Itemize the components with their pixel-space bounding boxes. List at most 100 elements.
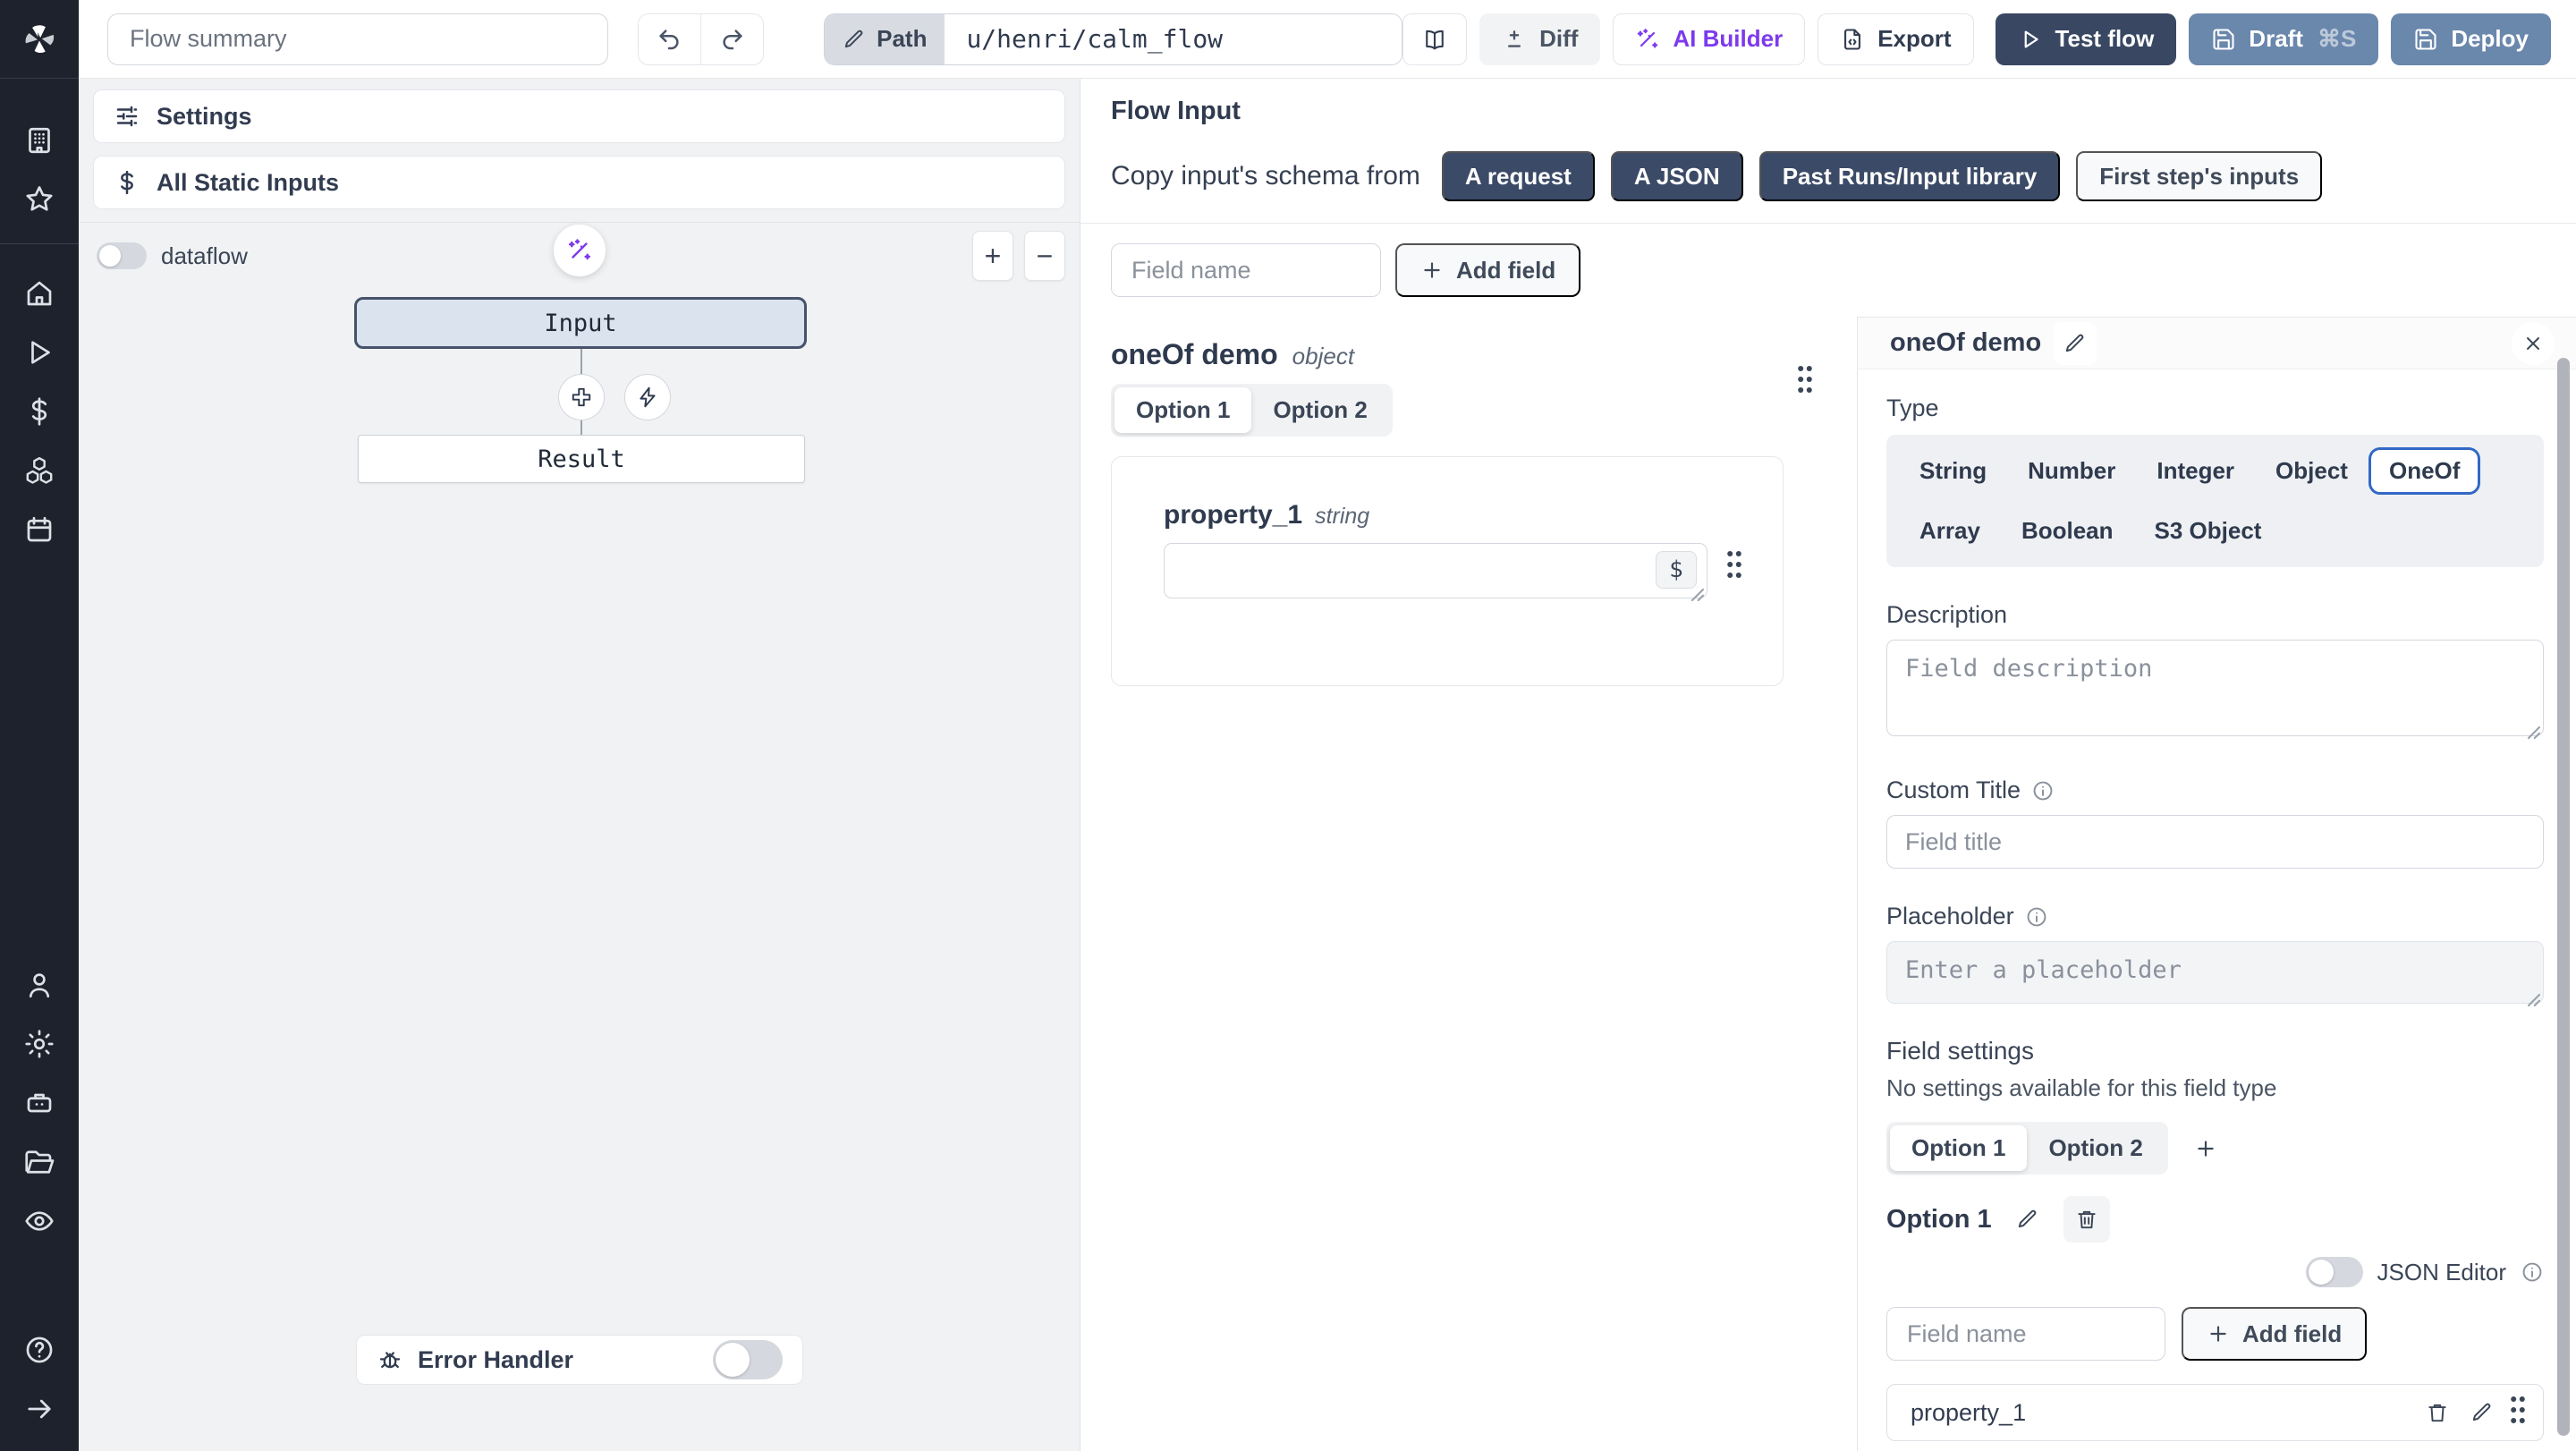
tab-option-1[interactable]: Option 1 xyxy=(1114,387,1251,433)
detail-panel-body: Type String Number Integer Object OneOf … xyxy=(1858,369,2576,1451)
dollar-icon xyxy=(114,169,140,196)
insert-variable-button[interactable]: $ xyxy=(1656,551,1697,589)
placeholder-input[interactable] xyxy=(1886,941,2544,1004)
property-row-name: property_1 xyxy=(1911,1399,2026,1427)
topbar: Path Diff AI Builder Export Test flow Dr… xyxy=(79,0,2576,79)
type-option-oneof[interactable]: OneOf xyxy=(2368,447,2480,495)
resize-handle-icon[interactable] xyxy=(2526,725,2542,741)
draft-button[interactable]: Draft ⌘S xyxy=(2189,13,2378,65)
play-icon xyxy=(23,336,55,369)
windmill-logo[interactable] xyxy=(0,0,79,79)
info-icon[interactable] xyxy=(2521,1260,2544,1284)
sidebar-item-help[interactable] xyxy=(0,1320,79,1379)
type-option-string[interactable]: String xyxy=(1899,447,2007,495)
json-editor-label: JSON Editor xyxy=(2377,1259,2507,1286)
flow-settings-button[interactable]: Settings xyxy=(93,89,1065,143)
add-step-button[interactable] xyxy=(558,374,605,420)
edit-property-button[interactable] xyxy=(2464,1395,2500,1430)
close-panel-button[interactable] xyxy=(2512,322,2555,365)
wand-sparkles-icon xyxy=(566,237,593,264)
trash-icon xyxy=(2426,1401,2449,1424)
info-icon[interactable] xyxy=(2025,905,2048,929)
panel-tab-option-2[interactable]: Option 2 xyxy=(2027,1125,2164,1171)
delete-property-button[interactable] xyxy=(2419,1395,2455,1430)
panel-scrollbar[interactable] xyxy=(2557,358,2570,1436)
rename-field-button[interactable] xyxy=(2054,322,2097,365)
export-button[interactable]: Export xyxy=(1818,13,1973,65)
sidebar-item-folders[interactable] xyxy=(0,1133,79,1192)
copy-schema-json-button[interactable]: A JSON xyxy=(1611,151,1743,201)
resize-handle-icon[interactable] xyxy=(2526,992,2542,1008)
property-row[interactable]: property_1 xyxy=(1886,1384,2544,1441)
description-input[interactable] xyxy=(1886,640,2544,736)
diff-button[interactable]: Diff xyxy=(1479,13,1600,65)
type-option-integer[interactable]: Integer xyxy=(2136,447,2255,495)
redo-button[interactable] xyxy=(700,14,763,64)
info-icon[interactable] xyxy=(2031,779,2055,802)
resize-handle-icon[interactable] xyxy=(1690,587,1706,603)
graph-node-result[interactable]: Result xyxy=(358,435,805,483)
path-label-chip[interactable]: Path xyxy=(825,14,945,64)
property-value-input[interactable] xyxy=(1164,543,1707,598)
type-option-array[interactable]: Array xyxy=(1899,507,2001,555)
sidebar-item-schedules[interactable] xyxy=(0,500,79,559)
copy-schema-past-runs-button[interactable]: Past Runs/Input library xyxy=(1759,151,2061,201)
error-handler-toggle[interactable] xyxy=(713,1340,783,1379)
sidebar-item-settings[interactable] xyxy=(0,1014,79,1073)
flow-graph-panel: Settings All Static Inputs dataflow + − … xyxy=(79,79,1080,1451)
drag-handle-icon[interactable] xyxy=(1796,365,1814,400)
field-name-input[interactable] xyxy=(1111,243,1381,297)
type-option-object[interactable]: Object xyxy=(2255,447,2368,495)
flow-graph-canvas[interactable]: Input Result Error Handler xyxy=(79,290,1080,1388)
graph-node-input[interactable]: Input xyxy=(354,297,807,349)
workspace-building-icon xyxy=(23,124,55,157)
type-option-boolean[interactable]: Boolean xyxy=(2001,507,2134,555)
sidebar-item-account[interactable] xyxy=(0,955,79,1014)
sidebar-item-workers[interactable] xyxy=(0,1073,79,1133)
type-option-number[interactable]: Number xyxy=(2007,447,2136,495)
all-static-inputs-button[interactable]: All Static Inputs xyxy=(93,156,1065,209)
edit-option-button[interactable] xyxy=(2010,1201,2046,1237)
diff-label: Diff xyxy=(1539,25,1578,53)
sidebar-item-home[interactable] xyxy=(0,264,79,323)
deploy-button[interactable]: Deploy xyxy=(2391,13,2551,65)
flow-summary-input[interactable] xyxy=(107,13,608,65)
copy-schema-request-button[interactable]: A request xyxy=(1442,151,1595,201)
zoom-in-button[interactable]: + xyxy=(972,231,1013,281)
file-export-icon xyxy=(1840,27,1865,52)
redo-icon xyxy=(719,26,746,53)
flow-path-input[interactable] xyxy=(945,14,1402,64)
sidebar-item-resources[interactable] xyxy=(0,441,79,500)
sidebar-item-workspace[interactable] xyxy=(0,111,79,170)
sidebar-item-expand[interactable] xyxy=(0,1379,79,1438)
delete-option-button[interactable] xyxy=(2063,1196,2110,1243)
add-field-button[interactable]: Add field xyxy=(1395,243,1580,297)
type-option-s3object[interactable]: S3 Object xyxy=(2134,507,2283,555)
json-editor-toggle[interactable] xyxy=(2306,1257,2363,1287)
copy-schema-first-step-button[interactable]: First step's inputs xyxy=(2076,151,2322,201)
docs-button[interactable] xyxy=(1402,13,1467,65)
option-field-name-input[interactable] xyxy=(1886,1307,2165,1361)
drag-handle-icon[interactable] xyxy=(1725,550,1743,585)
app-sidebar xyxy=(0,0,79,1451)
test-flow-button[interactable]: Test flow xyxy=(1996,13,2177,65)
zoom-out-button[interactable]: − xyxy=(1024,231,1065,281)
dataflow-toggle[interactable] xyxy=(97,242,147,269)
sidebar-item-favorites[interactable] xyxy=(0,170,79,229)
error-handler-card[interactable]: Error Handler xyxy=(356,1335,803,1385)
tab-option-2[interactable]: Option 2 xyxy=(1251,387,1388,433)
ai-builder-button[interactable]: AI Builder xyxy=(1613,13,1805,65)
copy-schema-label: Copy input's schema from xyxy=(1111,161,1420,191)
undo-redo-group xyxy=(638,13,765,65)
add-option-button[interactable] xyxy=(2186,1129,2225,1168)
panel-tab-option-1[interactable]: Option 1 xyxy=(1890,1125,2027,1171)
custom-title-input[interactable] xyxy=(1886,815,2544,869)
add-trigger-button[interactable] xyxy=(624,374,671,420)
ai-flow-button[interactable] xyxy=(554,225,606,276)
sidebar-item-runs[interactable] xyxy=(0,323,79,382)
drag-handle-icon[interactable] xyxy=(2509,1396,2527,1430)
sidebar-item-variables[interactable] xyxy=(0,382,79,441)
sidebar-item-audit-logs[interactable] xyxy=(0,1192,79,1251)
undo-button[interactable] xyxy=(639,14,701,64)
option-add-field-button[interactable]: Add field xyxy=(2182,1307,2367,1361)
